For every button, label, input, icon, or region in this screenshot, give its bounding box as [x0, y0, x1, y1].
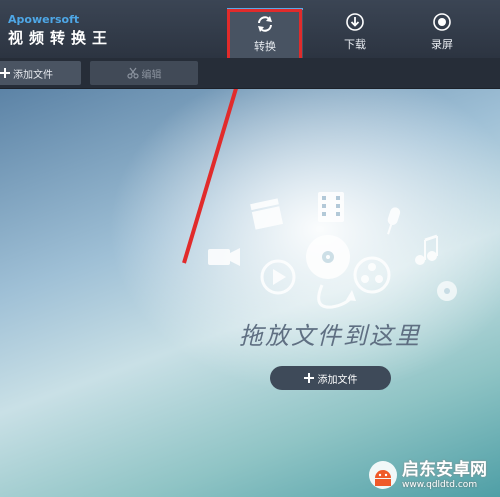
edit-button[interactable]: 编辑 [90, 61, 198, 85]
tab-download[interactable]: 下载 [317, 8, 393, 60]
clapperboard-icon [250, 198, 283, 230]
highlight-box [227, 9, 302, 65]
annotation-arrow [182, 89, 238, 264]
cd-icon [437, 281, 457, 301]
watermark: 启东安卓网 www.qdldtd.com [368, 452, 500, 497]
media-icons-illustration [182, 89, 457, 309]
drop-hint-text: 拖放文件到这里 [239, 322, 421, 350]
swoosh-arrow-icon [317, 284, 354, 309]
film-strip-icon [318, 192, 344, 222]
microphone-icon [387, 207, 401, 235]
brand-chinese-name: 视频转换王 [8, 29, 114, 47]
tab-download-label: 下载 [344, 38, 366, 51]
plus-icon [0, 68, 10, 78]
app-brand: Apowersoft 视频转换王 [8, 13, 113, 49]
drop-zone[interactable]: 拖放文件到这里 添加文件 启东安卓网 www.qdldtd.com [0, 89, 500, 497]
video-camera-icon [208, 248, 240, 266]
toolbar: 添加文件 编辑 [0, 58, 500, 89]
android-logo-icon [369, 460, 397, 489]
title-bar: Apowersoft 视频转换王 转换 下载 录屏 [0, 0, 500, 65]
watermark-title: 启东安卓网 [402, 459, 487, 480]
center-add-file-button[interactable]: 添加文件 [270, 366, 391, 390]
edit-label: 编辑 [141, 69, 162, 81]
download-icon [346, 13, 364, 31]
watermark-url: www.qdldtd.com [402, 479, 478, 490]
music-note-icon [415, 234, 438, 265]
center-add-file-label: 添加文件 [317, 374, 358, 386]
add-file-button[interactable]: 添加文件 [0, 61, 81, 85]
tab-record[interactable]: 录屏 [404, 8, 480, 60]
play-icon [260, 259, 296, 295]
disc-icon [306, 235, 350, 279]
add-file-label: 添加文件 [13, 69, 53, 81]
brand-english-name: Apowersoft [8, 13, 80, 26]
tab-record-label: 录屏 [431, 38, 453, 51]
plus-icon [303, 373, 314, 383]
film-reel-icon [353, 256, 391, 294]
record-icon [433, 13, 451, 31]
scissors-icon [126, 67, 139, 79]
